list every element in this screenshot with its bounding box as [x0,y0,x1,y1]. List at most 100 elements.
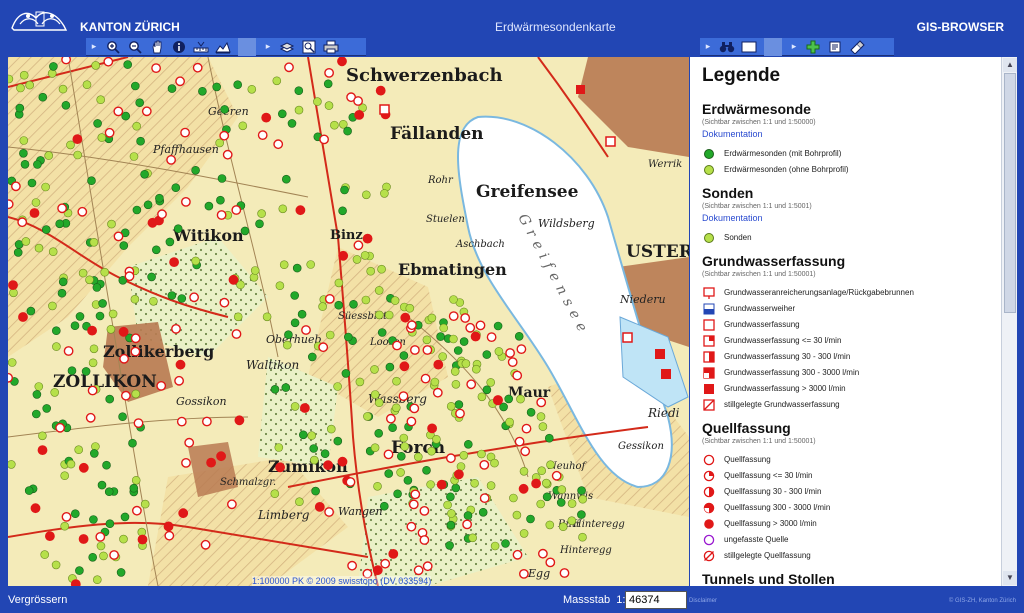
spring-marker[interactable] [169,257,180,268]
probe-marker[interactable] [82,80,92,90]
probe-marker[interactable] [173,224,183,233]
probe-marker[interactable] [557,485,567,494]
probe-marker[interactable] [292,263,302,273]
probe-marker[interactable] [449,295,458,304]
probe-marker[interactable] [88,358,98,368]
spring-marker[interactable] [8,372,13,383]
spring-marker[interactable] [486,332,497,342]
probe-marker[interactable] [171,183,181,192]
spring-marker[interactable] [180,196,191,207]
probe-marker[interactable] [504,394,514,404]
probe-marker[interactable] [93,575,102,585]
probe-marker[interactable] [97,133,107,142]
probe-marker[interactable] [240,226,250,236]
probe-marker[interactable] [541,478,551,488]
probe-marker[interactable] [405,303,415,313]
probe-marker[interactable] [284,330,293,340]
spring-marker[interactable] [163,521,174,532]
probe-marker[interactable] [247,84,257,94]
spring-marker[interactable] [178,508,189,519]
probe-marker[interactable] [399,351,409,360]
probe-marker[interactable] [75,312,85,321]
spring-marker[interactable] [192,62,203,73]
pan-icon[interactable] [147,39,167,55]
groundwater-symbol[interactable] [661,369,671,379]
probe-marker[interactable] [512,510,522,520]
probe-marker[interactable] [108,309,118,319]
probe-marker[interactable] [338,206,347,216]
spring-marker[interactable] [445,453,456,464]
probe-marker[interactable] [278,204,288,214]
spring-marker[interactable] [61,511,72,522]
probe-marker[interactable] [19,149,28,158]
probe-marker[interactable] [116,568,126,577]
probe-marker[interactable] [282,340,292,350]
spring-marker[interactable] [11,181,21,192]
probe-marker[interactable] [100,267,109,277]
probe-marker[interactable] [128,438,137,448]
probe-marker[interactable] [290,318,300,328]
probe-marker[interactable] [250,266,260,275]
probe-marker[interactable] [463,439,473,449]
probe-marker[interactable] [536,412,546,421]
probe-marker[interactable] [290,291,300,300]
probe-marker[interactable] [87,176,96,185]
spring-marker[interactable] [453,469,464,480]
probe-marker[interactable] [343,332,353,342]
probe-marker[interactable] [341,369,351,378]
probe-marker[interactable] [47,69,57,78]
spring-marker[interactable] [427,423,437,434]
probe-marker[interactable] [384,469,394,478]
probe-marker[interactable] [391,403,401,413]
spring-marker[interactable] [433,359,444,370]
probe-marker[interactable] [75,566,84,575]
probe-marker[interactable] [324,101,334,110]
probe-marker[interactable] [482,385,492,395]
probe-marker[interactable] [374,286,384,295]
probe-marker[interactable] [107,219,116,229]
probe-marker[interactable] [105,519,115,529]
probe-marker[interactable] [450,367,460,376]
spring-marker[interactable] [410,489,421,500]
probe-marker[interactable] [516,394,525,404]
spring-marker[interactable] [219,130,230,141]
probe-marker[interactable] [427,446,436,456]
probe-marker[interactable] [439,323,449,333]
spring-marker[interactable] [124,271,135,282]
spring-marker[interactable] [228,274,239,285]
spring-marker[interactable] [408,499,419,510]
probe-marker[interactable] [135,98,144,108]
probe-marker[interactable] [297,309,307,319]
probe-marker[interactable] [167,84,177,93]
probe-marker[interactable] [526,514,535,524]
probe-marker[interactable] [468,533,478,543]
probe-marker[interactable] [55,219,65,229]
probe-marker[interactable] [93,119,102,128]
probe-marker[interactable] [490,541,500,551]
probe-marker[interactable] [130,294,140,304]
probe-marker[interactable] [426,480,435,489]
probe-marker[interactable] [89,515,98,524]
probe-marker[interactable] [216,195,225,205]
probe-marker[interactable] [330,120,339,130]
probe-marker[interactable] [494,347,504,356]
probe-marker[interactable] [279,260,289,269]
probe-marker[interactable] [470,478,479,488]
spring-marker[interactable] [103,57,114,67]
probe-marker[interactable] [449,334,458,344]
probe-marker[interactable] [403,475,413,485]
probe-marker[interactable] [16,83,25,93]
spring-marker[interactable] [462,519,472,530]
probe-marker[interactable] [281,383,291,392]
spring-marker[interactable] [164,530,175,541]
probe-marker[interactable] [318,302,327,311]
spring-marker[interactable] [323,460,333,471]
probe-marker[interactable] [57,288,67,298]
probe-marker[interactable] [294,86,304,96]
add-layer-icon[interactable] [803,39,823,55]
select-icon[interactable] [299,39,319,55]
probe-marker[interactable] [257,209,266,218]
probe-marker[interactable] [281,174,291,184]
probe-marker[interactable] [509,493,518,503]
probe-marker[interactable] [167,291,177,300]
